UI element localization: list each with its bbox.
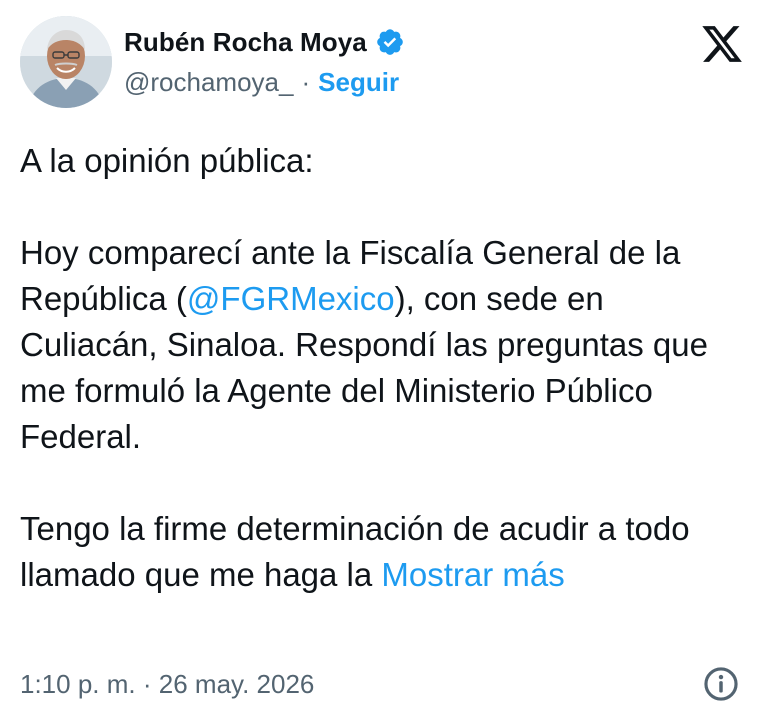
tweet-timestamp[interactable]: 1:10 p. m. · 26 may. 2026 <box>20 669 314 700</box>
timestamp-separator: · <box>142 669 152 699</box>
handle-row: @rochamoya_ · Seguir <box>124 64 405 100</box>
tweet-date: 26 may. 2026 <box>158 669 315 699</box>
handle-separator: · <box>301 66 311 97</box>
x-logo-icon[interactable] <box>700 22 744 66</box>
tweet-card: Rubén Rocha Moya @rochamoya_ · Seguir A <box>0 0 768 722</box>
name-row: Rubén Rocha Moya <box>124 24 405 60</box>
tweet-paragraph-2: Hoy comparecí ante la Fiscalía General d… <box>20 230 748 460</box>
avatar[interactable] <box>20 16 112 108</box>
show-more-link[interactable]: Mostrar más <box>381 556 564 593</box>
tweet-footer: 1:10 p. m. · 26 may. 2026 <box>20 665 748 707</box>
author-block: Rubén Rocha Moya @rochamoya_ · Seguir <box>124 24 405 100</box>
tweet-greeting: A la opinión pública: <box>20 142 314 179</box>
author-name[interactable]: Rubén Rocha Moya <box>124 27 367 58</box>
tweet-text: A la opinión pública: Hoy comparecí ante… <box>20 138 748 598</box>
follow-button[interactable]: Seguir <box>318 67 399 98</box>
avatar-photo <box>20 16 112 108</box>
tweet-paragraph-3: Tengo la firme determinación de acudir a… <box>20 506 748 598</box>
tweet-header: Rubén Rocha Moya @rochamoya_ · Seguir <box>20 16 748 116</box>
author-handle[interactable]: @rochamoya_ <box>124 67 293 98</box>
verified-badge-icon <box>375 27 405 57</box>
mention-link[interactable]: @FGRMexico <box>187 280 395 317</box>
tweet-time: 1:10 p. m. <box>20 669 136 699</box>
info-icon[interactable] <box>702 665 740 703</box>
tweet-paragraph-3-text: Tengo la firme determinación de acudir a… <box>20 510 690 593</box>
